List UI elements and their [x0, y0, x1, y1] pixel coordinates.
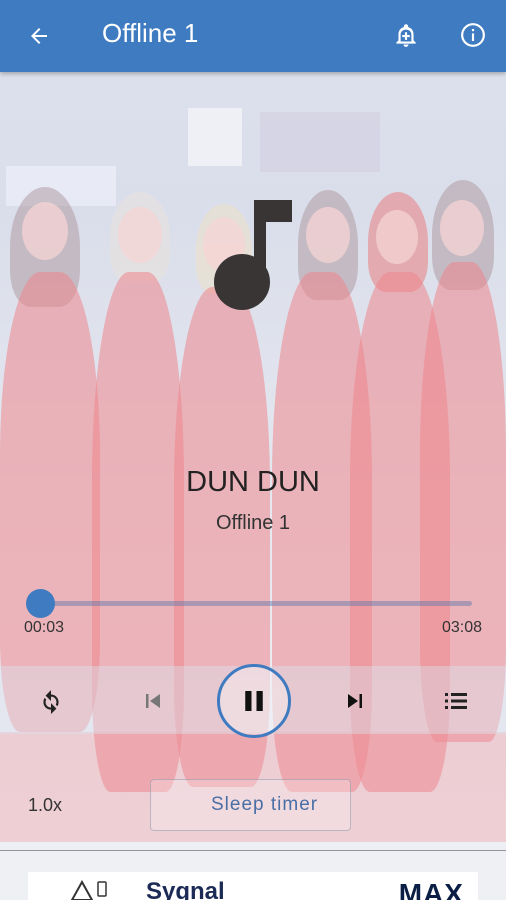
ad-brand-text: Sygnal	[146, 878, 225, 900]
skip-next-icon	[348, 694, 362, 708]
current-time: 00:03	[24, 619, 65, 636]
warning-phone-icon	[70, 880, 107, 900]
repeat-button[interactable]	[36, 686, 66, 716]
next-button[interactable]	[340, 686, 370, 716]
playback-speed-button[interactable]: 1.0x	[28, 795, 62, 816]
arrow-left-icon	[31, 28, 47, 44]
divider	[0, 850, 506, 851]
info-button[interactable]	[455, 17, 491, 53]
page-title: Offline 1	[102, 18, 199, 48]
back-button[interactable]	[22, 19, 56, 53]
song-title: DUN DUN	[186, 466, 320, 498]
previous-button[interactable]	[138, 686, 168, 716]
skip-previous-icon	[146, 694, 160, 708]
seek-bar[interactable]	[40, 601, 472, 606]
alarm-button[interactable]	[388, 17, 424, 53]
sleep-timer-label: Sleep timer	[211, 794, 319, 815]
bell-add-icon	[396, 24, 416, 47]
ad-right-text: MAX	[398, 878, 464, 900]
sleep-timer-button[interactable]: Sleep timer	[150, 779, 351, 831]
app-bar: Offline 1	[0, 0, 506, 72]
total-time: 03:08	[441, 619, 482, 636]
queue-list-icon	[445, 693, 467, 709]
music-note-icon	[214, 200, 292, 310]
moon-icon	[175, 794, 197, 816]
repeat-icon	[43, 690, 59, 714]
ad-banner[interactable]: Sygnal MAX	[28, 872, 478, 900]
playlist-name: Offline 1	[215, 512, 291, 534]
queue-button[interactable]	[441, 686, 471, 716]
pause-icon	[245, 691, 263, 711]
seek-thumb[interactable]	[26, 589, 55, 618]
info-circle-icon	[461, 23, 485, 47]
pause-button[interactable]	[217, 664, 291, 738]
